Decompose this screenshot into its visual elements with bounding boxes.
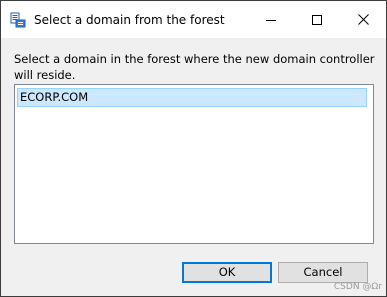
window-title: Select a domain from the forest [34,13,225,27]
domain-forest-icon [10,12,26,28]
maximize-button[interactable] [294,1,340,38]
close-button[interactable] [340,1,386,38]
dialog-content: Select a domain in the forest where the … [1,38,386,296]
instruction-text: Select a domain in the forest where the … [14,52,375,82]
title-bar[interactable]: Select a domain from the forest [1,1,386,38]
minimize-button[interactable] [248,1,294,38]
dialog-window: Select a domain from the forest Select a… [0,0,387,297]
domain-list-item[interactable]: ECORP.COM [17,88,367,107]
cancel-button[interactable]: Cancel [278,262,368,283]
domain-listbox[interactable]: ECORP.COM [14,84,374,244]
watermark-text: CSDN @Ωr [333,282,382,292]
minimize-icon [266,10,276,29]
ok-button[interactable]: OK [182,262,272,283]
maximize-icon [312,10,322,29]
close-icon [357,10,369,29]
